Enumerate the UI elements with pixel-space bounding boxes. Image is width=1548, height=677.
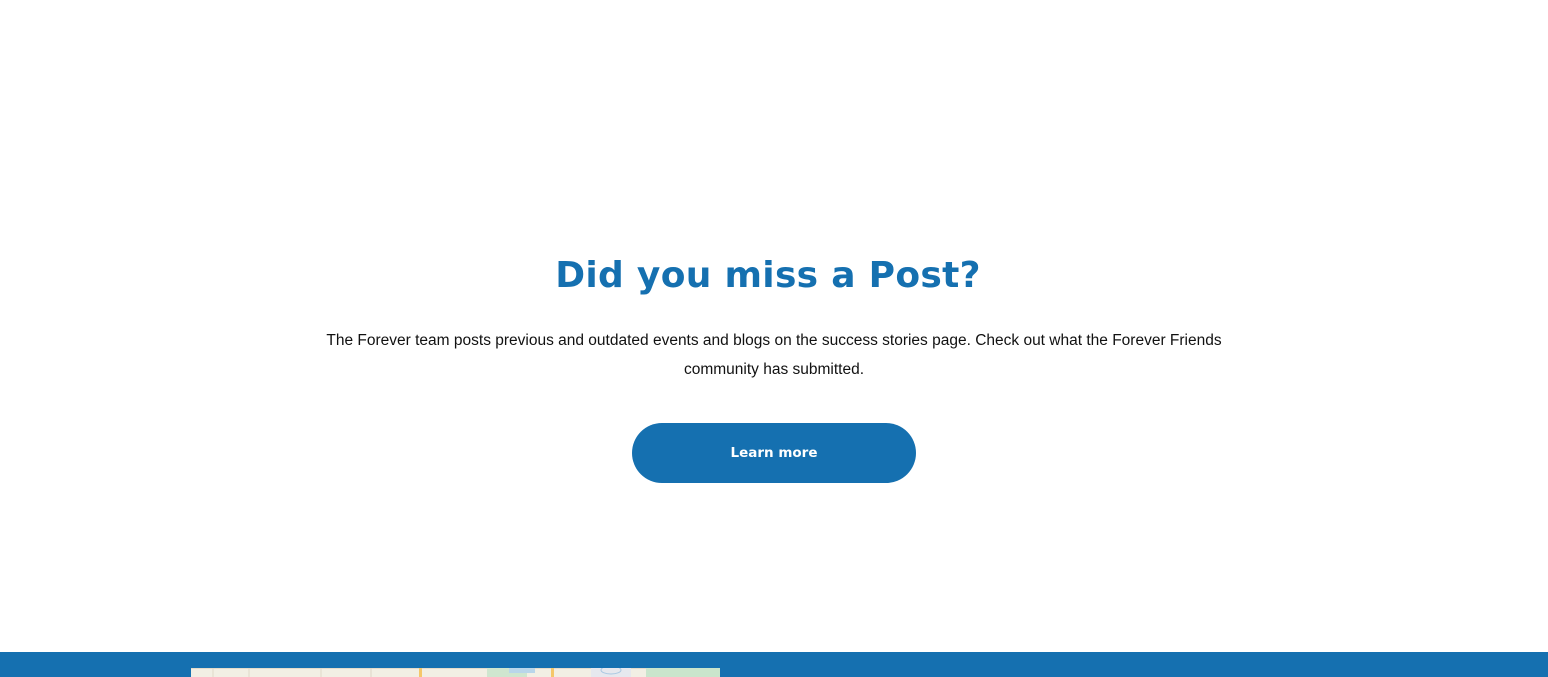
footer-band — [0, 652, 1548, 677]
section-title: Did you miss a Post? — [555, 255, 981, 296]
missed-post-section: Did you miss a Post? The Forever team po… — [0, 0, 1548, 652]
map-embed[interactable] — [191, 668, 720, 677]
section-description: The Forever team posts previous and outd… — [326, 332, 1222, 378]
learn-more-button[interactable]: Learn more — [632, 423, 916, 483]
page: Did you miss a Post? The Forever team po… — [0, 0, 1548, 677]
map-tiles-graphic — [191, 668, 720, 677]
